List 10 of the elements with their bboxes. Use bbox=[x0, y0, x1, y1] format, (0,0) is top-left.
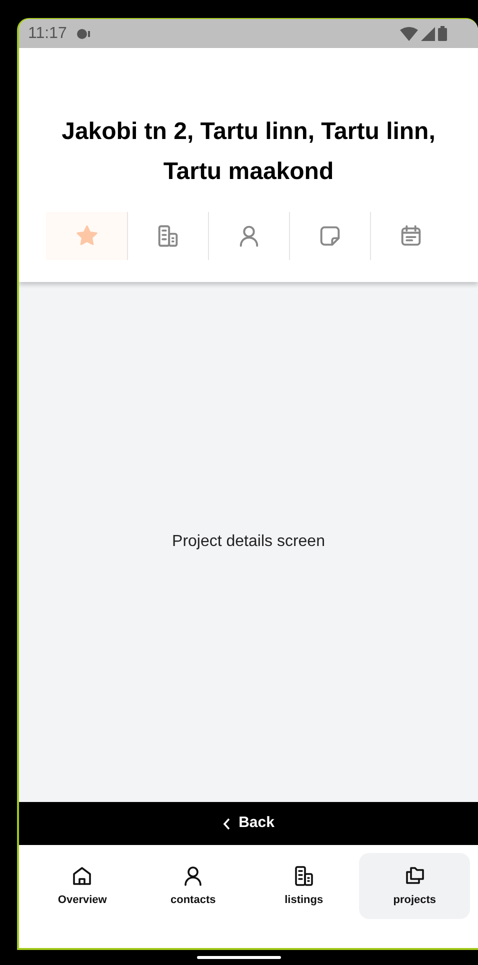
notification-icon bbox=[74, 26, 91, 40]
address-title: Jakobi tn 2, Tartu linn, Tartu linn, Tartu maakond bbox=[60, 117, 436, 187]
nav-item[interactable]: projects bbox=[359, 853, 470, 919]
chevron-left-icon bbox=[222, 818, 231, 830]
placeholder-text: Project details screen bbox=[172, 532, 325, 552]
battery-icon bbox=[438, 26, 447, 41]
status-time: 11:17 bbox=[28, 24, 67, 44]
wifi-icon bbox=[400, 26, 418, 40]
signal-icon bbox=[421, 26, 435, 40]
back-button[interactable]: Back bbox=[19, 802, 478, 845]
